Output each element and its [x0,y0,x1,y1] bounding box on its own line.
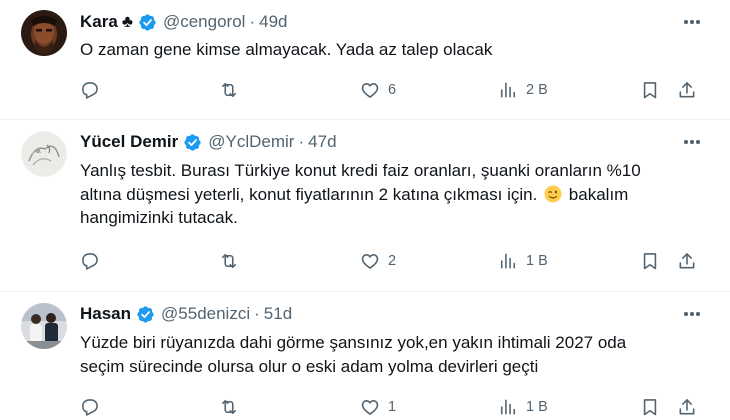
display-name[interactable]: Yücel Demir [80,131,178,153]
timestamp[interactable]: 49d [259,11,287,33]
verified-badge-icon [136,305,155,324]
more-options-icon[interactable] [682,306,702,322]
user-handle[interactable]: @cengorol [163,11,245,33]
share-icon [677,397,697,417]
display-name[interactable]: Hasan [80,303,131,325]
share-icon [677,80,697,100]
wink-emoji-icon [544,185,562,202]
display-name[interactable]: Kara [80,11,118,33]
tweet-text-line: Yüzde biri rüyanızda dahi görme şansınız… [80,333,627,352]
tweet-actions: 1 1 B [80,395,710,419]
retweet-icon [219,80,239,100]
tweet-text-segment: altına düşmesi yeterli, konut fiyatların… [80,184,538,204]
retweet-button[interactable] [219,395,239,419]
retweet-button[interactable] [219,78,239,102]
heart-icon [360,397,380,417]
bookmark-button[interactable] [640,78,660,102]
reply-icon [80,251,100,271]
views-button[interactable]: 1 B [498,395,548,419]
bookmark-button[interactable] [640,249,660,273]
views-icon [498,80,518,100]
reply-icon [80,80,100,100]
separator-dot: · [254,304,260,323]
heart-icon [360,251,380,271]
views-icon [498,251,518,271]
more-options-icon[interactable] [682,14,702,30]
bookmark-button[interactable] [640,395,660,419]
timestamp[interactable]: 51d [264,303,292,325]
tweet-card[interactable]: Kara ♣ @cengorol · 49d O zaman gene kims… [0,0,730,120]
like-button[interactable]: 1 [360,395,396,419]
views-icon [498,397,518,417]
tweet-text-line: Yanlış tesbit. Burası Türkiye konut kred… [80,161,641,180]
separator-dot: · [249,12,256,31]
like-count: 6 [388,82,397,98]
tweet-text-line: seçim sürecinde olursa olur o eski adam … [80,356,539,376]
share-button[interactable] [677,249,697,273]
tweet-text-line: hangimizinki tutacak. [80,208,238,227]
bookmark-icon [640,251,660,271]
timestamp[interactable]: 47d [308,131,336,153]
reply-button[interactable] [80,78,100,102]
retweet-icon [219,251,239,271]
views-button[interactable]: 2 B [498,78,548,102]
view-count: 1 B [526,253,548,269]
share-button[interactable] [677,395,697,419]
share-button[interactable] [677,78,697,102]
views-button[interactable]: 1 B [498,249,548,273]
like-button[interactable]: 2 [360,249,396,273]
separator-dot: · [298,132,305,151]
tweet-text-line: altına düşmesi yeterli, konut fiyatların… [80,183,690,207]
verified-badge-icon [138,13,157,32]
avatar[interactable] [21,303,67,349]
tweet-header: Kara ♣ @cengorol · 49d [80,11,287,33]
tweet-text: O zaman gene kimse almayacak. Yada az ta… [80,38,690,62]
user-handle[interactable]: @YclDemir [208,131,294,153]
tweet-actions: 6 2 B [80,78,710,102]
tweet-text-line: O zaman gene kimse almayacak. Yada az ta… [80,40,493,59]
tweet-card[interactable]: Hasan @55denizci · 51d Yüzde biri rüyanı… [0,292,730,420]
avatar[interactable] [21,10,67,56]
like-button[interactable]: 6 [360,78,396,102]
club-suit-icon: ♣ [121,12,133,31]
tweet-actions: 2 1 B [80,249,710,273]
tweet-text: Yüzde biri rüyanızda dahi görme şansınız… [80,331,690,378]
avatar[interactable] [21,131,67,177]
view-count: 1 B [526,399,548,415]
like-count: 1 [388,399,397,415]
reply-button[interactable] [80,395,100,419]
tweet-text: Yanlış tesbit. Burası Türkiye konut kred… [80,159,690,230]
tweet-header: Yücel Demir @YclDemir · 47d [80,131,337,153]
tweet-text-segment: bakalım [568,184,629,204]
user-handle[interactable]: @55denizci [161,303,250,325]
more-options-icon[interactable] [682,134,702,150]
retweet-button[interactable] [219,249,239,273]
view-count: 2 B [526,82,548,98]
tweet-card[interactable]: Yücel Demir @YclDemir · 47d Yanlış tesbi… [0,120,730,292]
reply-button[interactable] [80,249,100,273]
retweet-icon [219,397,239,417]
share-icon [677,251,697,271]
bookmark-icon [640,80,660,100]
heart-icon [360,80,380,100]
verified-badge-icon [183,133,202,152]
like-count: 2 [388,253,397,269]
reply-icon [80,397,100,417]
bookmark-icon [640,397,660,417]
tweet-header: Hasan @55denizci · 51d [80,303,292,325]
